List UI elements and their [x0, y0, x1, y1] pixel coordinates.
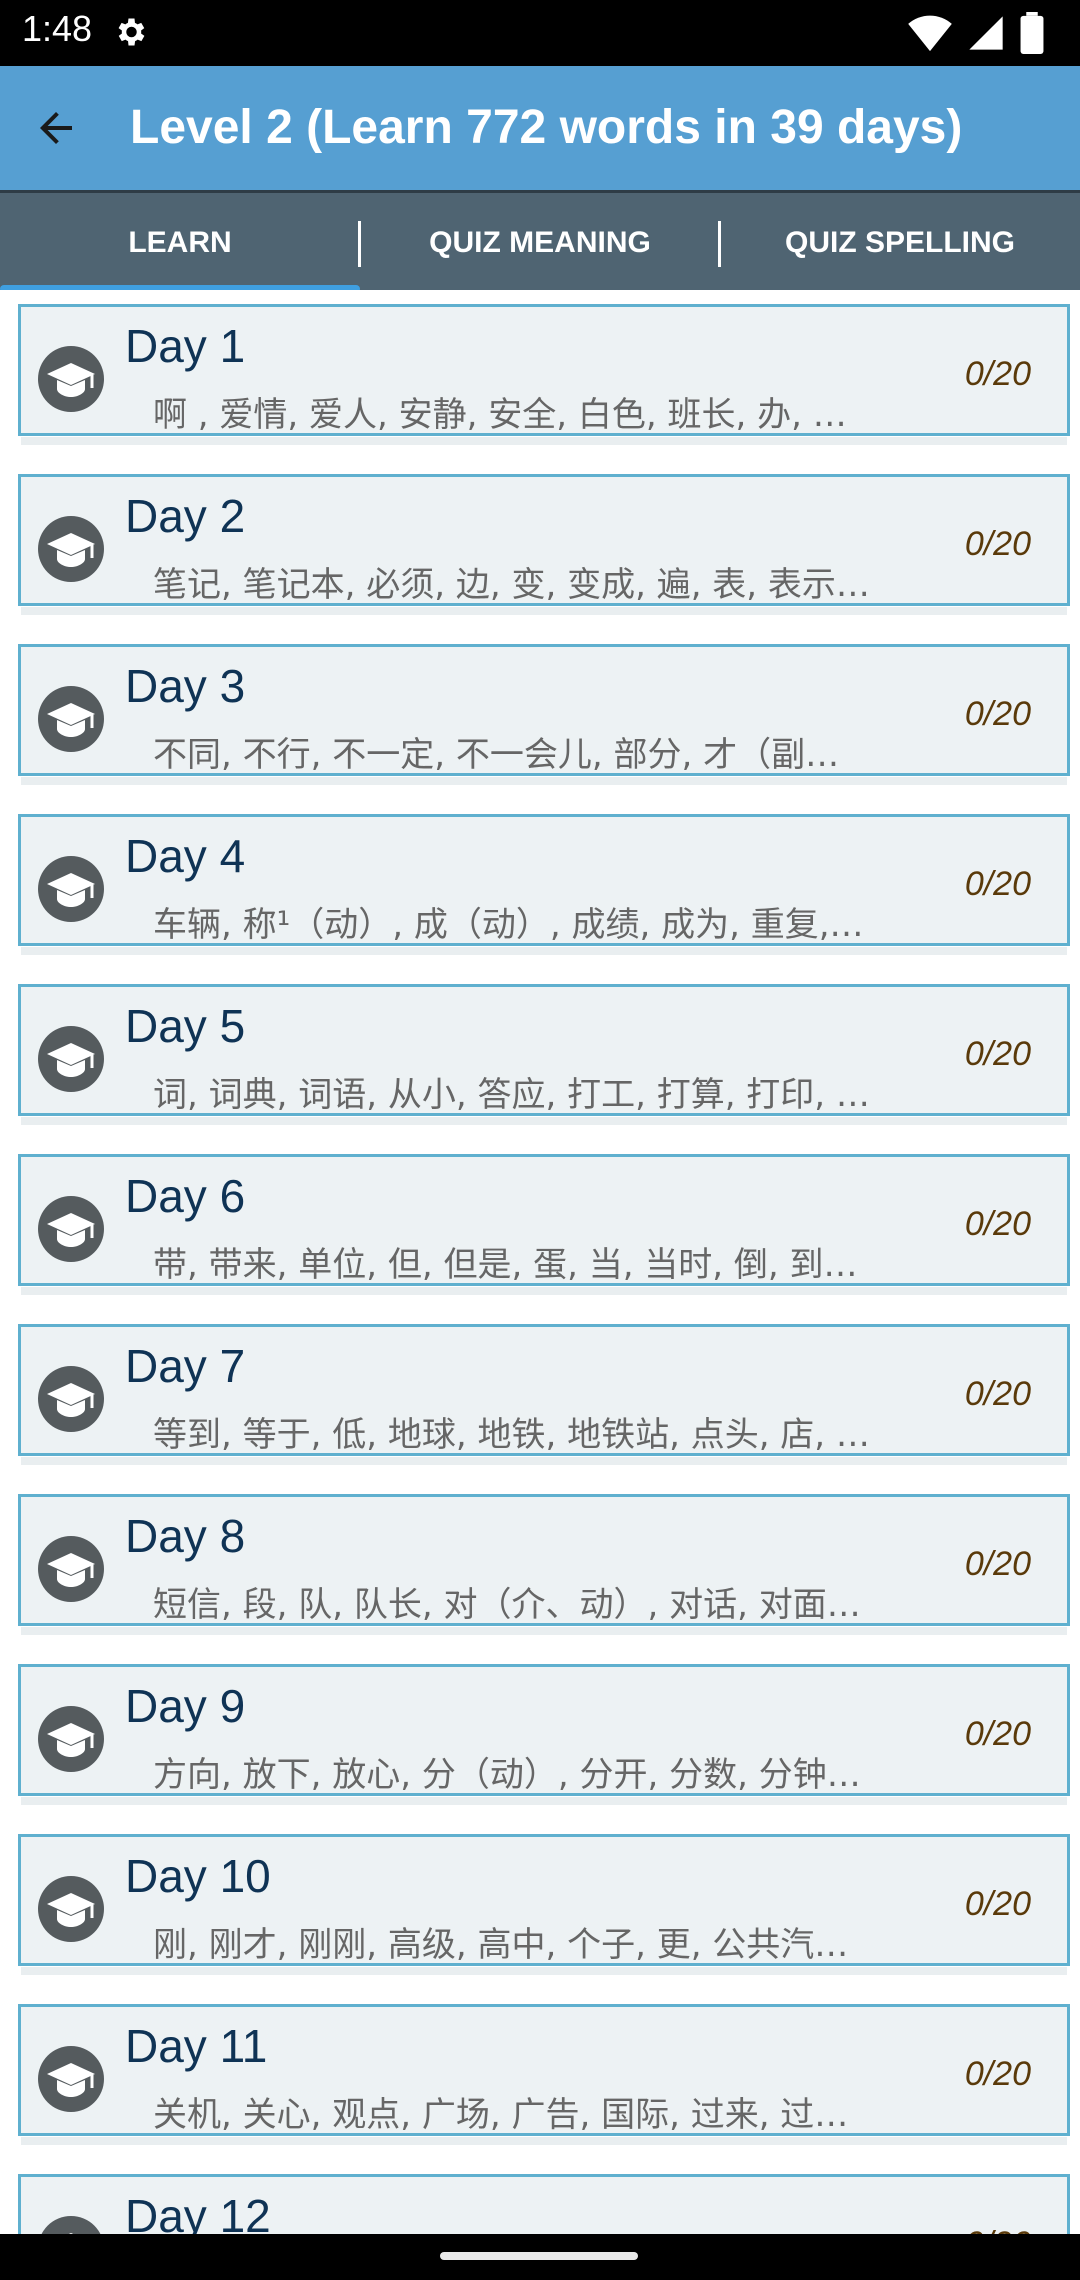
- status-time: 1:48: [22, 8, 93, 49]
- day-progress: 0/20: [964, 525, 1031, 563]
- day-row[interactable]: Day 10 刚, 刚才, 刚刚, 高级, 高中, 个子, 更, 公共汽… 0/…: [0, 1820, 1080, 1992]
- day-words: 笔记, 笔记本, 必须, 边, 变, 变成, 遍, 表, 表示…: [153, 565, 870, 605]
- day-row[interactable]: Day 8 短信, 段, 队, 队长, 对（介、动）, 对话, 对面… 0/20: [0, 1480, 1080, 1652]
- day-progress: 0/20: [964, 355, 1031, 393]
- day-words: 带, 带来, 单位, 但, 但是, 蛋, 当, 当时, 倒, 到…: [153, 1245, 858, 1285]
- day-words: 车辆, 称¹（动）, 成（动）, 成绩, 成为, 重复,…: [153, 905, 864, 945]
- day-row[interactable]: Day 4 车辆, 称¹（动）, 成（动）, 成绩, 成为, 重复,… 0/20: [0, 800, 1080, 972]
- day-progress: 0/20: [965, 2225, 1031, 2234]
- day-words: 关机, 关心, 观点, 广场, 广告, 国际, 过来, 过…: [153, 2095, 849, 2135]
- day-title: Day 12: [125, 2190, 271, 2234]
- status-icons: [908, 12, 1044, 54]
- day-card[interactable]: Day 2 笔记, 笔记本, 必须, 边, 变, 变成, 遍, 表, 表示… 0…: [18, 474, 1070, 615]
- day-title: Day 1: [125, 320, 246, 372]
- day-card[interactable]: Day 7 等到, 等于, 低, 地球, 地铁, 地铁站, 点头, 店, … 0…: [18, 1324, 1070, 1465]
- day-card[interactable]: Day 8 短信, 段, 队, 队长, 对（介、动）, 对话, 对面… 0/20: [18, 1494, 1070, 1635]
- day-row[interactable]: Day 5 词, 词典, 词语, 从小, 答应, 打工, 打算, 打印, … 0…: [0, 970, 1080, 1142]
- day-card[interactable]: Day 1 啊 , 爱情, 爱人, 安静, 安全, 白色, 班长, 办, … 0…: [18, 304, 1070, 445]
- day-progress: 0/20: [964, 1715, 1031, 1753]
- back-button[interactable]: [22, 94, 90, 162]
- day-row[interactable]: Day 9 方向, 放下, 放心, 分（动）, 分开, 分数, 分钟… 0/20: [0, 1650, 1080, 1822]
- app-bar: Level 2 (Learn 772 words in 39 days): [0, 66, 1080, 190]
- graduation-cap-icon: [38, 1366, 104, 1432]
- day-row[interactable]: Day 11 关机, 关心, 观点, 广场, 广告, 国际, 过来, 过… 0/…: [0, 1990, 1080, 2162]
- graduation-cap-icon: [38, 1706, 104, 1772]
- battery-icon: [1020, 12, 1044, 54]
- day-words: 刚, 刚才, 刚刚, 高级, 高中, 个子, 更, 公共汽…: [153, 1925, 849, 1965]
- graduation-cap-icon: [38, 1876, 104, 1942]
- day-progress: 0/20: [964, 1885, 1031, 1923]
- day-progress: 0/20: [964, 1545, 1031, 1583]
- status-bar: 1:48: [0, 0, 1080, 66]
- tab-quiz-meaning[interactable]: QUIZ MEANING: [360, 193, 720, 293]
- graduation-cap-icon: [38, 1026, 104, 1092]
- day-row[interactable]: Day 7 等到, 等于, 低, 地球, 地铁, 地铁站, 点头, 店, … 0…: [0, 1310, 1080, 1482]
- home-gesture-handle[interactable]: [440, 2252, 638, 2260]
- wifi-icon: [908, 15, 952, 52]
- day-title: Day 3: [125, 660, 246, 712]
- day-words: 啊 , 爱情, 爱人, 安静, 安全, 白色, 班长, 办, …: [153, 395, 847, 435]
- cell-signal-icon: [969, 16, 1003, 50]
- day-progress: 0/20: [964, 2055, 1031, 2093]
- day-card[interactable]: Day 4 车辆, 称¹（动）, 成（动）, 成绩, 成为, 重复,… 0/20: [18, 814, 1070, 955]
- day-row[interactable]: Day 6 带, 带来, 单位, 但, 但是, 蛋, 当, 当时, 倒, 到… …: [0, 1140, 1080, 1312]
- day-card[interactable]: Day 12 0/20: [18, 2174, 1070, 2234]
- graduation-cap-icon: [38, 516, 104, 582]
- day-words: 词, 词典, 词语, 从小, 答应, 打工, 打算, 打印, …: [153, 1075, 870, 1115]
- tab-quiz-spelling[interactable]: QUIZ SPELLING: [720, 193, 1080, 293]
- day-title: Day 6: [125, 1170, 246, 1222]
- day-card[interactable]: Day 10 刚, 刚才, 刚刚, 高级, 高中, 个子, 更, 公共汽… 0/…: [18, 1834, 1070, 1975]
- day-row[interactable]: Day 3 不同, 不行, 不一定, 不一会儿, 部分, 才（副… 0/20: [0, 630, 1080, 802]
- day-progress: 0/20: [964, 695, 1031, 733]
- tab-label: LEARN: [128, 226, 232, 259]
- day-row[interactable]: Day 12 0/20: [0, 2160, 1080, 2234]
- gear-icon: [118, 18, 145, 46]
- day-words: 等到, 等于, 低, 地球, 地铁, 地铁站, 点头, 店, …: [153, 1415, 870, 1455]
- day-row[interactable]: Day 1 啊 , 爱情, 爱人, 安静, 安全, 白色, 班长, 办, … 0…: [0, 290, 1080, 462]
- tab-label: QUIZ SPELLING: [784, 226, 1015, 259]
- day-words: 不同, 不行, 不一定, 不一会儿, 部分, 才（副…: [153, 735, 840, 775]
- graduation-cap-icon: [38, 1536, 104, 1602]
- day-row[interactable]: Day 2 笔记, 笔记本, 必须, 边, 变, 变成, 遍, 表, 表示… 0…: [0, 460, 1080, 632]
- day-card[interactable]: Day 11 关机, 关心, 观点, 广场, 广告, 国际, 过来, 过… 0/…: [18, 2004, 1070, 2145]
- tab-bar: LEARN QUIZ MEANING QUIZ SPELLING: [0, 190, 1080, 293]
- day-title: Day 9: [125, 1680, 246, 1732]
- graduation-cap-icon: [38, 2046, 104, 2112]
- tab-learn[interactable]: LEARN: [0, 193, 360, 293]
- day-title: Day 4: [125, 830, 246, 882]
- day-progress: 0/20: [964, 1205, 1031, 1243]
- day-card[interactable]: Day 5 词, 词典, 词语, 从小, 答应, 打工, 打算, 打印, … 0…: [18, 984, 1070, 1125]
- day-title: Day 2: [125, 490, 246, 542]
- arrow-left-icon: [40, 112, 72, 144]
- day-list[interactable]: Day 1 啊 , 爱情, 爱人, 安静, 安全, 白色, 班长, 办, … 0…: [0, 290, 1080, 2234]
- day-title: Day 8: [125, 1510, 246, 1562]
- graduation-cap-icon: [38, 856, 104, 922]
- graduation-cap-icon: [38, 686, 104, 752]
- graduation-cap-icon: [38, 346, 104, 412]
- day-title: Day 10: [125, 1850, 271, 1902]
- day-card[interactable]: Day 9 方向, 放下, 放心, 分（动）, 分开, 分数, 分钟… 0/20: [18, 1664, 1070, 1805]
- day-title: Day 7: [125, 1340, 246, 1392]
- day-words: 方向, 放下, 放心, 分（动）, 分开, 分数, 分钟…: [153, 1755, 861, 1795]
- day-progress: 0/20: [964, 1375, 1031, 1413]
- tab-label: QUIZ MEANING: [429, 226, 651, 259]
- day-progress: 0/20: [964, 865, 1031, 903]
- graduation-cap-icon: [38, 1196, 104, 1262]
- day-words: 短信, 段, 队, 队长, 对（介、动）, 对话, 对面…: [153, 1585, 861, 1625]
- day-progress: 0/20: [964, 1035, 1031, 1073]
- day-card[interactable]: Day 3 不同, 不行, 不一定, 不一会儿, 部分, 才（副… 0/20: [18, 644, 1070, 785]
- navigation-bar: [0, 2234, 1080, 2280]
- page-title: Level 2 (Learn 772 words in 39 days): [130, 101, 963, 154]
- day-title: Day 11: [125, 2020, 268, 2072]
- day-card[interactable]: Day 6 带, 带来, 单位, 但, 但是, 蛋, 当, 当时, 倒, 到… …: [18, 1154, 1070, 1295]
- graduation-cap-icon: [41, 2216, 101, 2234]
- day-title: Day 5: [125, 1000, 246, 1052]
